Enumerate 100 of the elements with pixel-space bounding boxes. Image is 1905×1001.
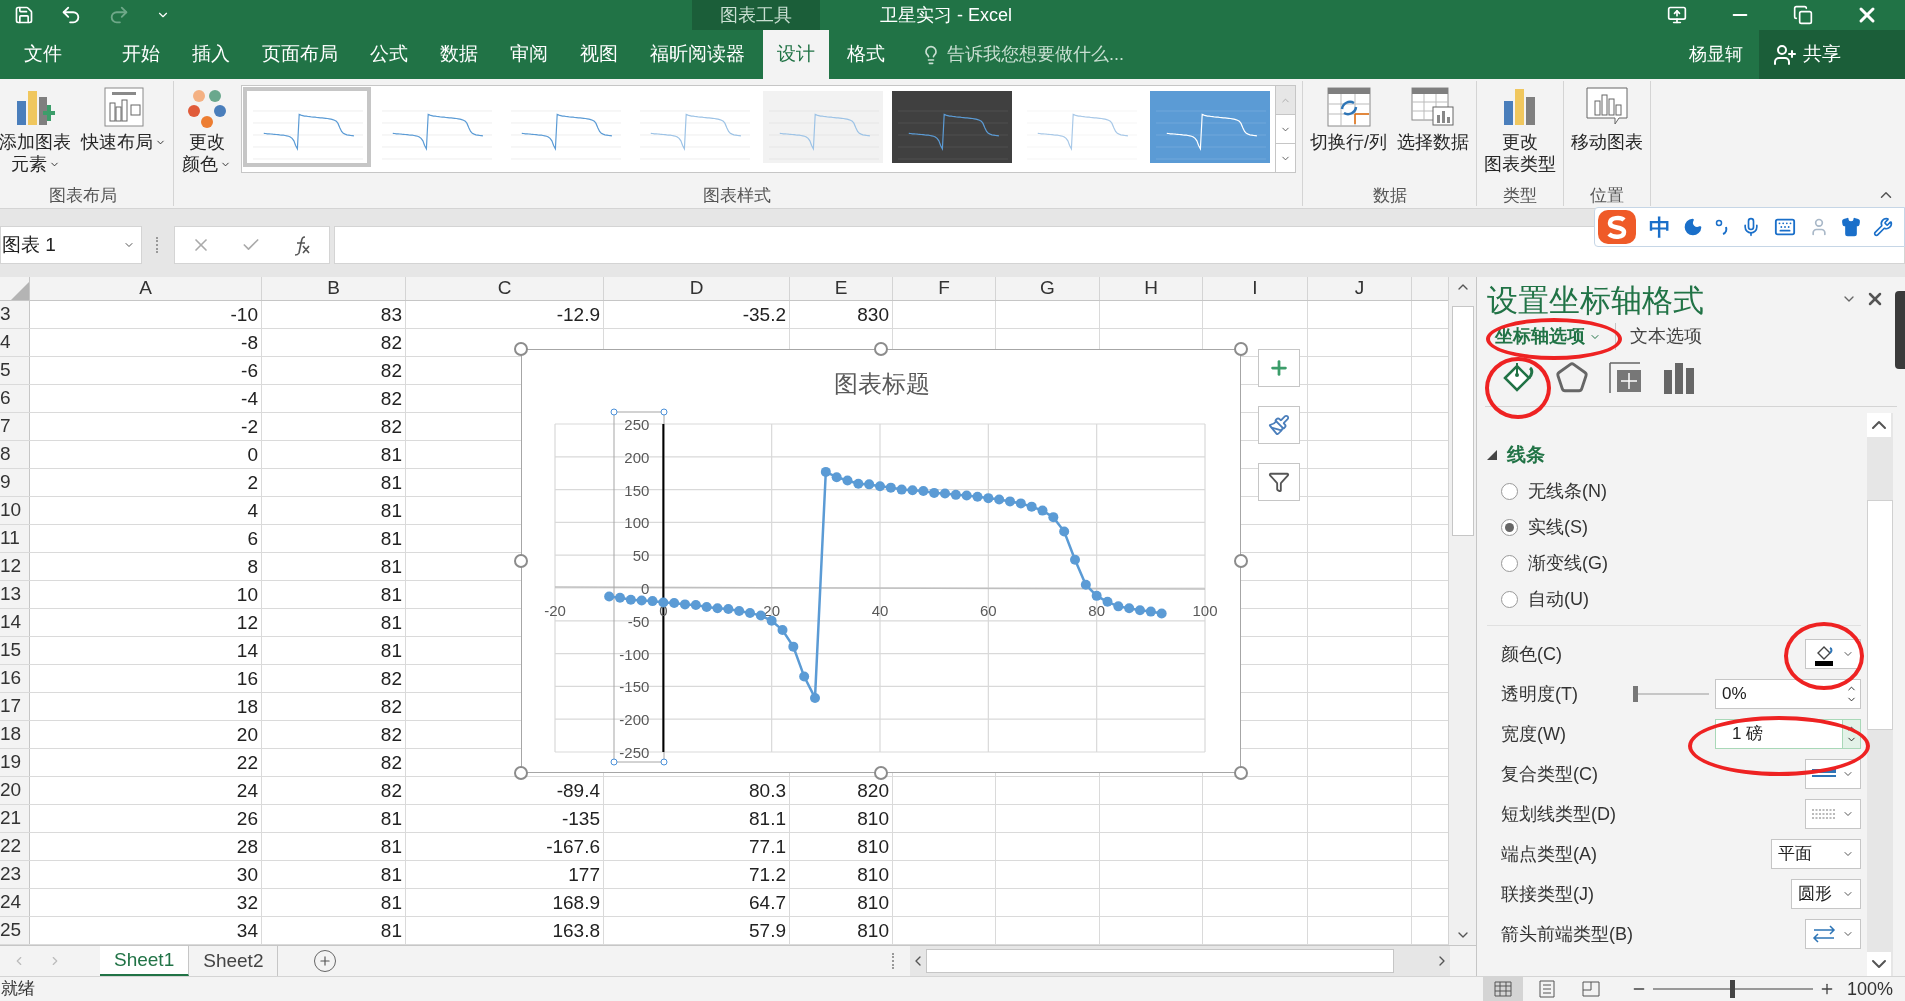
input-mode[interactable]: 中 [1649,210,1671,244]
slider-thumb[interactable] [1633,686,1638,702]
row-header[interactable]: 21 [0,805,30,832]
row-header[interactable]: 25 [0,917,30,944]
resize-handle[interactable] [874,766,888,780]
chart-style-thumbnail[interactable] [243,87,371,167]
row-header[interactable]: 23 [0,861,30,888]
zoom-thumb[interactable] [1730,980,1736,998]
radio-option[interactable]: 无线条(N) [1501,473,1861,509]
scroll-up-icon[interactable] [1867,413,1891,437]
user-icon[interactable] [1809,217,1829,237]
ribbon-tab[interactable]: 格式 [833,30,899,79]
ribbon-tab[interactable]: 文件 [10,30,76,79]
row-header[interactable]: 16 [0,665,30,692]
scroll-down-icon[interactable] [1867,952,1891,976]
row-header[interactable]: 9 [0,469,30,496]
color-picker-button[interactable] [1805,639,1861,669]
ime-logo-icon[interactable] [1597,208,1637,246]
axis-selection-box[interactable] [610,408,668,766]
ribbon-button[interactable]: 切换行/列 [1306,81,1391,185]
radio-option[interactable]: 自动(U) [1501,581,1861,617]
row-header[interactable]: 18 [0,721,30,748]
vertical-scrollbar[interactable] [1448,277,1476,945]
resize-handle[interactable] [874,342,888,356]
user-name[interactable]: 杨显轲 [1689,41,1759,68]
column-header[interactable]: G [996,277,1100,300]
radio-button[interactable] [1501,482,1518,500]
row-header[interactable]: 3 [0,301,30,328]
ribbon-button[interactable]: 选择数据 [1393,81,1473,185]
column-header[interactable]: E [790,277,893,300]
ribbon-tab[interactable]: 插入 [178,30,244,79]
row-header[interactable]: 15 [0,637,30,664]
ribbon-button[interactable]: 添加图表 元素 [0,81,75,185]
undo-icon[interactable] [60,4,82,26]
arrow-type-dropdown[interactable] [1805,919,1861,949]
row-header[interactable]: 17 [0,693,30,720]
dash-type-dropdown[interactable] [1805,799,1861,829]
row-header[interactable]: 10 [0,497,30,524]
slider-track[interactable] [1633,686,1709,702]
resize-handle[interactable] [514,554,528,568]
row-header[interactable]: 7 [0,413,30,440]
ribbon-tab[interactable]: 公式 [356,30,422,79]
row-header[interactable]: 5 [0,357,30,384]
ribbon-tab[interactable]: 数据 [426,30,492,79]
resize-handle[interactable] [1234,766,1248,780]
scroll-thumb[interactable] [1451,306,1474,536]
sheet-tab[interactable]: Sheet1 [100,946,190,976]
width-field[interactable]: 1 磅 [1715,719,1861,749]
pane-tab[interactable]: 坐标轴选项 [1491,323,1616,350]
column-header[interactable]: I [1203,277,1308,300]
horizontal-scrollbar[interactable] [910,946,1450,976]
row-header[interactable]: 8 [0,441,30,468]
select-dropdown[interactable]: 平面 [1771,839,1861,869]
row-header[interactable]: 12 [0,553,30,580]
ribbon-button[interactable]: 移动图表 [1567,81,1647,185]
column-header[interactable]: B [262,277,406,300]
row-header[interactable]: 19 [0,749,30,776]
restore-icon[interactable] [1793,5,1813,25]
row-header[interactable]: 14 [0,609,30,636]
tell-me-field[interactable]: 告诉我您想要做什么... [899,30,1124,79]
resize-handle[interactable] [514,766,528,780]
zoom-slider[interactable] [1652,980,1813,998]
wrench-icon[interactable] [1873,217,1893,237]
resize-handle[interactable] [1234,342,1248,356]
save-icon[interactable] [14,5,34,25]
row-header[interactable]: 22 [0,833,30,860]
radio-button[interactable] [1501,590,1518,608]
ribbon-display-icon[interactable] [1667,5,1687,25]
microphone-icon[interactable] [1741,217,1761,237]
chart-side-button[interactable] [1258,406,1300,444]
share-button[interactable]: 共享 [1759,30,1905,79]
resize-handle[interactable] [514,342,528,356]
row-header[interactable]: 6 [0,385,30,412]
normal-view-button[interactable] [1482,977,1523,1001]
ribbon-tab[interactable]: 审阅 [496,30,562,79]
row-header[interactable]: 13 [0,581,30,608]
ribbon-tab[interactable]: 视图 [566,30,632,79]
size-properties-icon[interactable] [1607,360,1643,396]
ribbon-tab[interactable]: 设计 [763,30,829,79]
pane-tab[interactable]: 文本选项 [1626,323,1706,350]
chart-side-button[interactable] [1258,349,1300,387]
column-header[interactable]: A [30,277,262,300]
pane-scrollbar[interactable] [1867,413,1893,976]
ribbon-button[interactable]: 更改 图表类型 [1480,81,1560,185]
ribbon-button[interactable]: 快速布局 [77,81,170,185]
ribbon-tab[interactable]: 开始 [108,30,174,79]
column-header[interactable]: F [893,277,996,300]
radio-button[interactable] [1501,518,1518,536]
scroll-thumb[interactable] [1867,499,1893,730]
column-header[interactable]: H [1100,277,1203,300]
moon-icon[interactable] [1683,217,1703,237]
radio-option[interactable]: 实线(S) [1501,509,1861,545]
ribbon-tab[interactable]: 福昕阅读器 [636,30,759,79]
column-header[interactable]: D [604,277,790,300]
keyboard-icon[interactable] [1773,216,1797,238]
column-header[interactable]: C [406,277,604,300]
name-box[interactable]: 图表 1 [0,226,142,264]
compound-type-dropdown[interactable] [1805,759,1861,789]
pentagon-icon[interactable] [1555,361,1589,395]
row-header[interactable]: 20 [0,777,30,804]
